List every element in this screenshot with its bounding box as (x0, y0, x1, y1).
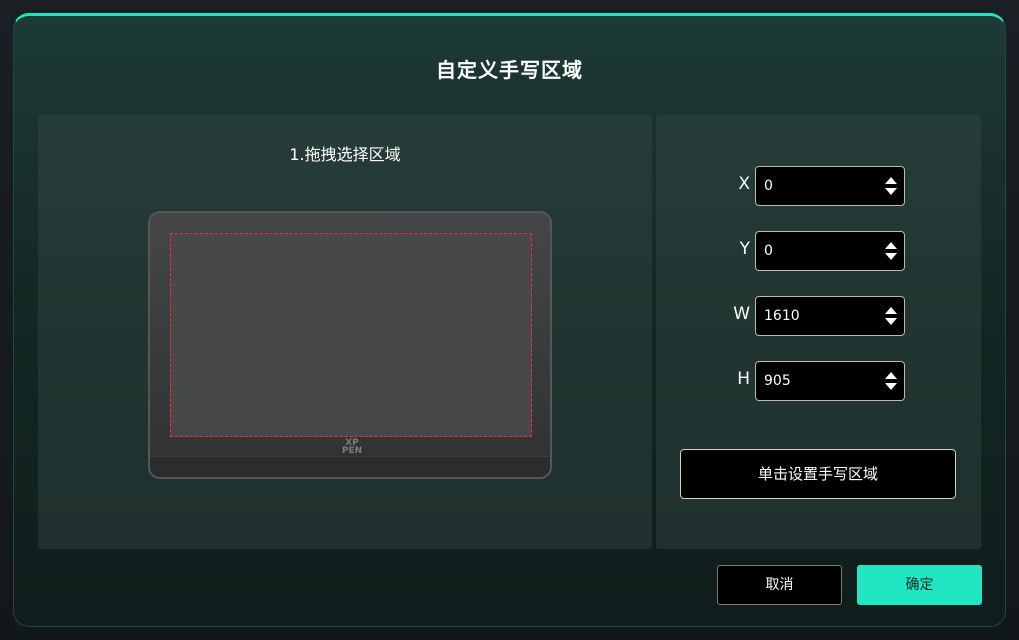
coordinates-panel: X 0 Y 0 W 1610 H 905 单击设置手写区域 (656, 115, 981, 549)
cancel-button[interactable]: 取消 (717, 565, 842, 605)
y-label: Y (739, 239, 750, 259)
ok-button[interactable]: 确定 (857, 565, 982, 605)
brand-logo: XP PEN (341, 438, 363, 456)
y-field-row: Y 0 (656, 231, 981, 271)
set-writing-area-button[interactable]: 单击设置手写区域 (680, 449, 956, 499)
x-input[interactable]: 0 (755, 166, 905, 206)
w-stepper-icon[interactable] (885, 305, 897, 327)
h-label: H (737, 369, 750, 389)
drag-select-panel: 1.拖拽选择区域 XP PEN (38, 115, 652, 549)
x-value: 0 (764, 178, 773, 194)
h-field-row: H 905 (656, 361, 981, 401)
h-input[interactable]: 905 (755, 361, 905, 401)
x-stepper-icon[interactable] (885, 175, 897, 197)
y-stepper-icon[interactable] (885, 240, 897, 262)
active-area-selection[interactable] (170, 233, 532, 437)
dialog-title: 自定义手写区域 (436, 58, 583, 82)
drag-select-heading: 1.拖拽选择区域 (289, 145, 401, 164)
h-value: 905 (764, 373, 791, 389)
x-label: X (738, 174, 750, 194)
w-field-row: W 1610 (656, 296, 981, 336)
tablet-preview: XP PEN (148, 211, 552, 479)
w-input[interactable]: 1610 (755, 296, 905, 336)
tablet-base (150, 456, 550, 477)
x-field-row: X 0 (656, 166, 981, 206)
y-value: 0 (764, 243, 773, 259)
w-value: 1610 (764, 308, 800, 324)
y-input[interactable]: 0 (755, 231, 905, 271)
h-stepper-icon[interactable] (885, 370, 897, 392)
w-label: W (733, 304, 750, 324)
custom-writing-area-dialog: 自定义手写区域 1.拖拽选择区域 XP PEN X 0 Y 0 W 1610 H… (13, 13, 1006, 627)
